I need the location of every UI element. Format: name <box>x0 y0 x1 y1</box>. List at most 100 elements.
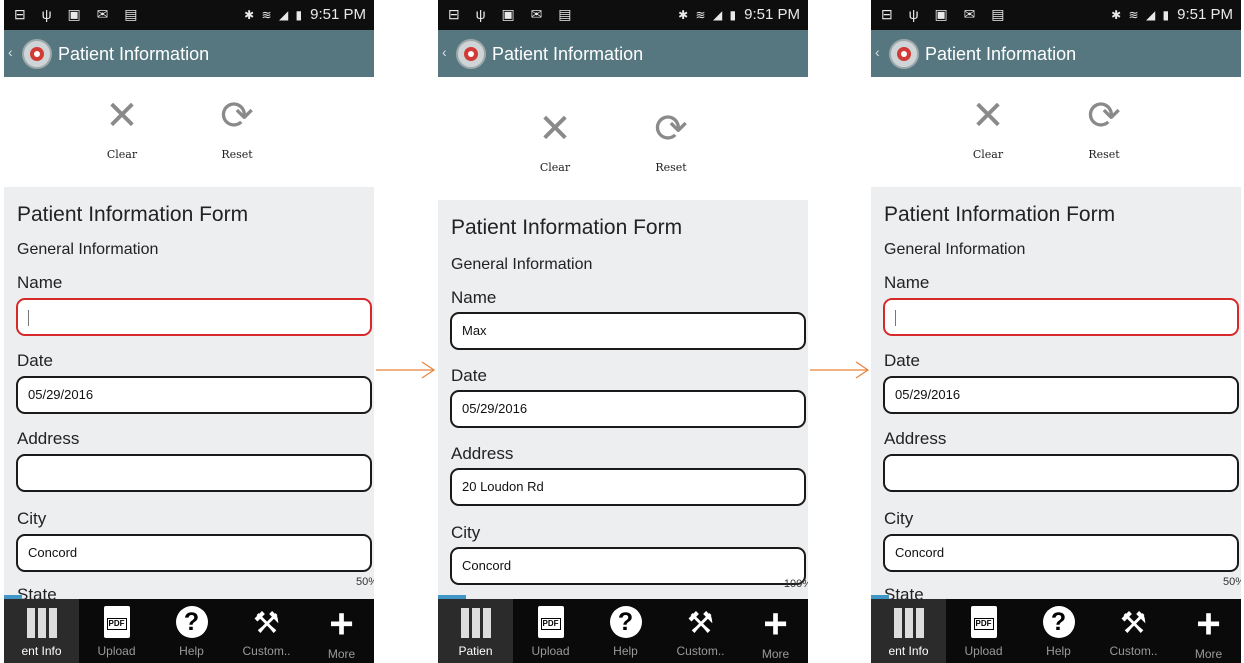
form-title: Patient Information Form <box>451 216 683 239</box>
pdf-icon: PDF <box>103 606 130 638</box>
date-label: Date <box>17 351 53 370</box>
city-field[interactable]: Concord <box>883 534 1239 572</box>
app-bar: ‹ Patient Information <box>871 30 1241 77</box>
city-field[interactable]: Concord <box>16 534 372 572</box>
notification-icons: ⊟ ψ ▣ ✉ ▤ <box>881 6 1011 22</box>
nav-patient-info[interactable]: ent Info <box>4 599 79 663</box>
status-bar: ⊟ ψ ▣ ✉ ▤ ✱ ≋ ◢ ▮ 9:51 PM <box>871 0 1241 30</box>
bottom-nav: ent Info PDF Upload ? Help ⚒ Custom.. + … <box>871 599 1241 663</box>
back-chevron-icon[interactable]: ‹ <box>442 44 447 60</box>
address-label: Address <box>451 444 514 463</box>
notification-icons: ⊟ ψ ▣ ✉ ▤ <box>14 6 144 22</box>
pdf-icon: PDF <box>970 606 997 638</box>
refresh-icon: ⟳ <box>220 94 254 138</box>
city-label: City <box>17 509 47 528</box>
nav-patient-info[interactable]: Patien <box>438 599 513 663</box>
date-label: Date <box>884 351 920 370</box>
app-title: Patient Information <box>492 44 644 64</box>
help-icon: ? <box>1042 606 1075 638</box>
help-icon: ? <box>609 606 642 638</box>
bottom-nav: ent Info PDF Upload ? Help ⚒ Custom.. + … <box>4 599 374 663</box>
date-field[interactable]: 05/29/2016 <box>450 390 806 428</box>
back-chevron-icon[interactable]: ‹ <box>8 44 13 60</box>
transition-arrow-2 <box>810 361 870 379</box>
clock: 9:51 PM <box>744 6 800 23</box>
name-label: Name <box>884 273 930 292</box>
nav-upload[interactable]: PDF Upload <box>946 599 1021 663</box>
date-field[interactable]: 05/29/2016 <box>883 376 1239 414</box>
plus-icon: + <box>329 600 354 647</box>
nav-upload[interactable]: PDF Upload <box>513 599 588 663</box>
name-field[interactable] <box>16 298 372 336</box>
help-icon: ? <box>175 606 208 638</box>
form-toolbar: ✕ Clear ⟳ Reset <box>4 77 374 187</box>
patient-form: Patient Information Form General Informa… <box>4 187 374 604</box>
pdf-icon: PDF <box>537 606 564 638</box>
reset-button[interactable]: ⟳ Reset <box>192 94 282 161</box>
nav-custom[interactable]: ⚒ Custom.. <box>1096 599 1171 663</box>
nav-upload[interactable]: PDF Upload <box>79 599 154 663</box>
tools-icon: ⚒ <box>687 607 714 640</box>
nav-more[interactable]: + More <box>304 599 374 663</box>
section-title: General Information <box>451 256 593 273</box>
clear-button[interactable]: ✕ Clear <box>943 94 1033 161</box>
form-title: Patient Information Form <box>884 203 1116 226</box>
phone-screen-2: ⊟ ψ ▣ ✉ ▤ ✱ ≋ ◢ ▮ 9:51 PM ‹ Patient Infor… <box>438 0 808 663</box>
signal-icons: ✱ ≋ ◢ ▮ <box>244 8 305 22</box>
name-label: Name <box>451 288 497 307</box>
nav-custom[interactable]: ⚒ Custom.. <box>663 599 738 663</box>
patient-form: Patient Information Form General Informa… <box>438 200 808 599</box>
nav-patient-info[interactable]: ent Info <box>871 599 946 663</box>
app-bar: ‹ Patient Information <box>4 30 374 77</box>
app-logo-icon[interactable] <box>22 39 52 69</box>
nav-more[interactable]: + More <box>738 599 808 663</box>
form-toolbar: ✕ Clear ⟳ Reset <box>871 77 1241 187</box>
signal-icons: ✱ ≋ ◢ ▮ <box>1111 8 1172 22</box>
app-logo-icon[interactable] <box>889 39 919 69</box>
notification-icons: ⊟ ψ ▣ ✉ ▤ <box>448 6 578 22</box>
address-field[interactable]: 20 Loudon Rd <box>450 468 806 506</box>
form-toolbar: ✕ Clear ⟳ Reset <box>438 77 808 200</box>
text-cursor <box>895 309 896 326</box>
address-label: Address <box>884 429 947 448</box>
clear-button[interactable]: ✕ Clear <box>510 107 600 174</box>
nav-more[interactable]: + More <box>1171 599 1241 663</box>
clear-button[interactable]: ✕ Clear <box>77 94 167 161</box>
progress-percent: 50% <box>1222 576 1241 588</box>
reset-button[interactable]: ⟳ Reset <box>1059 94 1149 161</box>
city-field[interactable]: Concord <box>450 547 806 585</box>
app-logo-icon[interactable] <box>456 39 486 69</box>
date-field[interactable]: 05/29/2016 <box>16 376 372 414</box>
nav-custom[interactable]: ⚒ Custom.. <box>229 599 304 663</box>
name-field[interactable]: Max <box>450 312 806 350</box>
address-field[interactable] <box>16 454 372 492</box>
form-title: Patient Information Form <box>17 203 249 226</box>
nav-help[interactable]: ? Help <box>154 599 229 663</box>
close-icon: ✕ <box>971 94 1005 138</box>
nav-help[interactable]: ? Help <box>1021 599 1096 663</box>
nav-help[interactable]: ? Help <box>588 599 663 663</box>
tools-icon: ⚒ <box>253 607 280 640</box>
city-label: City <box>451 523 481 542</box>
patient-form: Patient Information Form General Informa… <box>871 187 1241 604</box>
app-title: Patient Information <box>58 44 210 64</box>
app-title: Patient Information <box>925 44 1077 64</box>
address-label: Address <box>17 429 80 448</box>
phone-screen-3: ⊟ ψ ▣ ✉ ▤ ✱ ≋ ◢ ▮ 9:51 PM ‹ Patient Infor… <box>871 0 1241 663</box>
binders-icon <box>460 608 491 638</box>
name-label: Name <box>17 273 63 292</box>
clock: 9:51 PM <box>310 6 366 23</box>
progress-percent: 50% <box>355 576 374 588</box>
binders-icon <box>26 608 57 638</box>
signal-icons: ✱ ≋ ◢ ▮ <box>678 8 739 22</box>
address-field[interactable] <box>883 454 1239 492</box>
date-label: Date <box>451 366 487 385</box>
close-icon: ✕ <box>538 107 572 151</box>
back-chevron-icon[interactable]: ‹ <box>875 44 880 60</box>
phone-screen-1: ⊟ ψ ▣ ✉ ▤ ✱ ≋ ◢ ▮ 9:51 PM ‹ Patient Infor… <box>4 0 374 663</box>
reset-button[interactable]: ⟳ Reset <box>626 107 716 174</box>
section-title: General Information <box>884 241 1026 258</box>
status-bar: ⊟ ψ ▣ ✉ ▤ ✱ ≋ ◢ ▮ 9:51 PM <box>438 0 808 30</box>
name-field[interactable] <box>883 298 1239 336</box>
bottom-nav: Patien PDF Upload ? Help ⚒ Custom.. + Mo… <box>438 599 808 663</box>
